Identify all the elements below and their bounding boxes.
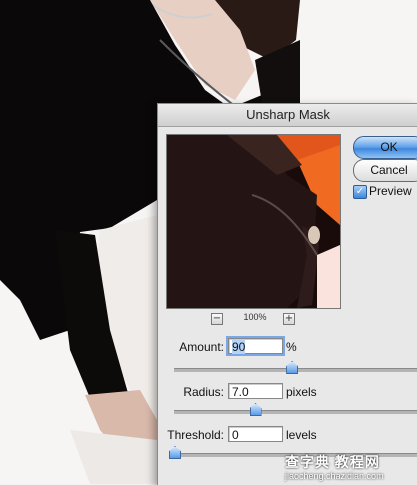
threshold-label: Threshold: — [167, 428, 224, 442]
preview-label: Preview — [369, 184, 412, 198]
radius-slider-track[interactable] — [174, 410, 417, 414]
radius-slider-knob[interactable] — [249, 403, 262, 416]
threshold-slider-knob[interactable] — [169, 446, 181, 459]
radius-input[interactable]: 7.0 — [228, 383, 283, 399]
preview-checkbox[interactable]: ✓ — [353, 185, 367, 199]
amount-value: 90 — [232, 340, 246, 354]
preview-thumbnail[interactable] — [166, 134, 341, 309]
cancel-button[interactable]: Cancel — [353, 159, 417, 182]
amount-label: Amount: — [179, 340, 224, 354]
amount-slider-knob[interactable] — [286, 361, 299, 374]
amount-input[interactable]: 90 — [226, 336, 285, 356]
preview-image — [167, 135, 340, 308]
dialog-title: Unsharp Mask — [158, 104, 417, 127]
zoom-controls: − 100% + — [211, 312, 301, 326]
amount-unit: % — [286, 340, 297, 354]
radius-label: Radius: — [183, 385, 224, 399]
threshold-input[interactable]: 0 — [228, 426, 283, 442]
unsharp-mask-dialog: Unsharp Mask − 100% + OK Cancel ✓ Previe… — [157, 103, 417, 485]
zoom-in-button[interactable]: + — [283, 313, 295, 325]
zoom-out-button[interactable]: − — [211, 313, 223, 325]
watermark-url: jiaocheng.chazidian.com — [285, 471, 384, 481]
zoom-level: 100% — [243, 312, 267, 322]
threshold-unit: levels — [286, 428, 317, 442]
radius-unit: pixels — [286, 385, 317, 399]
ok-button[interactable]: OK — [353, 136, 417, 159]
watermark-logo: 查字典 教程网 — [285, 454, 380, 470]
